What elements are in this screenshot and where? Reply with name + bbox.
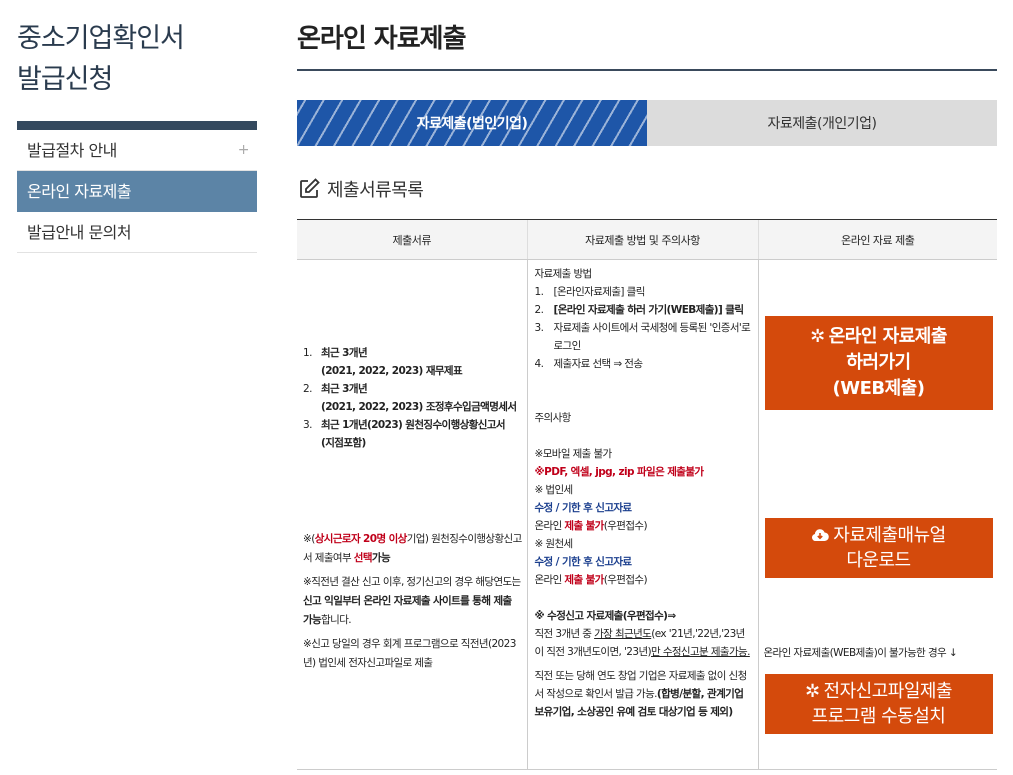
sidebar-item-label: 발급절차 안내 [27, 141, 117, 160]
online-cell: ✲ 온라인 자료제출 하러가기 (WEB제출) 자료제출매뉴얼 다운로드 온라인 … [757, 259, 997, 770]
table-row: 1. 최근 3개년 (2021, 2022, 2023) 재무제표 2. 최근 3… [297, 259, 997, 770]
table-header-online: 온라인 자료 제출 [757, 219, 997, 260]
revised-heading: ※ 수정신고 자료제출(우편접수)⇒ [534, 610, 677, 622]
sidebar-title-line1: 중소기업확인서 [17, 23, 185, 54]
sidebar-item-label: 온라인 자료제출 [27, 182, 132, 201]
table-header-method: 자료제출 방법 및 주의사항 [526, 219, 758, 260]
revised-paragraph: 직전 3개년 중 가장 최근년도(ex '21년,'22년,'23년이 직전 3… [534, 628, 751, 658]
web-submit-button[interactable]: ✲ 온라인 자료제출 하러가기 (WEB제출) [764, 316, 993, 410]
docs-list: 1. 최근 3개년 (2021, 2022, 2023) 재무제표 2. 최근 3… [303, 344, 523, 452]
list-item: 2. 최근 3개년 (2021, 2022, 2023) 조정후수입금액명세서 [303, 383, 517, 413]
table-header-docs: 제출서류 [297, 219, 527, 260]
sidebar-item-online-submit[interactable]: 온라인 자료제출 [17, 171, 257, 212]
tab-individual[interactable]: 자료제출(개인기업) [647, 100, 997, 146]
docs-cell: 1. 최근 3개년 (2021, 2022, 2023) 재무제표 2. 최근 3… [297, 259, 527, 770]
note-item: ※(상시근로자 20명 이상기업) 원천징수이행상황신고서 제출여부 선택가능 [303, 533, 522, 564]
list-item: 1. 최근 3개년 (2021, 2022, 2023) 재무제표 [303, 347, 463, 377]
program-install-button[interactable]: ✲ 전자신고파일제출 프로그램 수동설치 [764, 674, 993, 734]
caution-corp-revised: 수정 / 기한 후 신고자료 [534, 502, 633, 514]
list-item: 3. 자료제출 사이트에서 국세청에 등록된 '인증서'로 로그인 [534, 322, 751, 352]
web-unavailable-note: 온라인 자료제출(WEB제출)이 불가능한 경우 ↓ [763, 647, 958, 659]
sidebar-divider [17, 121, 257, 130]
main-content: 온라인 자료제출 자료제출(법인기업) 자료제출(개인기업) 제출서류목록 제출… [297, 0, 997, 770]
note-item: ※직전년 결산 신고 이후, 정기신고의 경우 해당연도는 신고 익일부터 온라… [303, 576, 521, 626]
method-cell: 자료제출 방법 1. [온라인자료제출] 클릭 2. [온라인 자료제출 하러 가기… [526, 259, 758, 770]
section-title: 제출서류목록 [327, 180, 424, 201]
sidebar-item-contact[interactable]: 발급안내 문의처 [17, 212, 257, 253]
cloud-download-icon [811, 523, 830, 548]
caution-withhold-revised: 수정 / 기한 후 신고자료 [534, 556, 633, 568]
sidebar: 중소기업확인서 발급신청 발급절차 안내 + 온라인 자료제출 발급안내 문의처 [17, 18, 257, 253]
tab-corporate[interactable]: 자료제출(법인기업) [297, 100, 647, 146]
method-steps: 1. [온라인자료제출] 클릭 2. [온라인 자료제출 하러 가기(WEB제출)]… [535, 283, 752, 373]
list-item: 2. [온라인 자료제출 하러 가기(WEB제출)] 클릭 [534, 304, 744, 316]
document-table: 제출서류 자료제출 방법 및 주의사항 온라인 자료 제출 1. 최근 3개년(… [297, 219, 997, 770]
section-heading: 제출서류목록 [297, 174, 997, 204]
page-title: 온라인 자료제출 [297, 0, 997, 71]
list-item: 1. [온라인자료제출] 클릭 [534, 286, 646, 298]
tab-bar: 자료제출(법인기업) 자료제출(개인기업) [297, 100, 997, 146]
sidebar-menu: 발급절차 안내 + 온라인 자료제출 발급안내 문의처 [17, 130, 257, 253]
edit-icon [300, 178, 320, 198]
caution-mobile: ※모바일 제출 불가 [534, 448, 613, 460]
startup-paragraph: 직전 또는 당해 연도 창업 기업은 자료제출 없이 신청서 작성으로 확인서 … [534, 670, 748, 718]
gear-icon: ✲ [810, 326, 825, 347]
sidebar-title-line2: 발급신청 [17, 64, 113, 95]
method-heading: 자료제출 방법 [534, 268, 593, 280]
sidebar-title: 중소기업확인서 발급신청 [17, 18, 257, 100]
sidebar-item-procedure[interactable]: 발급절차 안내 + [17, 130, 257, 171]
docs-notes: ※(상시근로자 20명 이상기업) 원천징수이행상황신고서 제출여부 선택가능 … [303, 530, 523, 673]
table-header-row: 제출서류 자료제출 방법 및 주의사항 온라인 자료 제출 [297, 219, 997, 260]
plus-icon: + [237, 142, 250, 158]
caution-formats: ※PDF, 엑셀, jpg, zip 파일은 제출불가 [534, 466, 705, 478]
list-item: 3. 최근 1개년(2023) 원천징수이행상황신고서 (지점포함) [303, 419, 506, 449]
caution-corp-tax: ※ 법인세 [534, 484, 574, 496]
manual-download-button[interactable]: 자료제출매뉴얼 다운로드 [764, 518, 993, 578]
sidebar-item-label: 발급안내 문의처 [27, 223, 132, 242]
caution-heading: 주의사항 [534, 412, 572, 424]
note-item: ※신고 당일의 경우 회계 프로그램으로 직전년(2023년) 법인세 전자신고… [303, 638, 516, 669]
caution-withhold: ※ 원천세 [534, 538, 574, 550]
gear-icon: ✲ [804, 681, 820, 702]
caution-withhold-online: 온라인 제출 불가(우편접수) [534, 574, 648, 586]
list-item: 4. 제출자료 선택 ⇒ 전송 [534, 358, 643, 370]
caution-corp-online: 온라인 제출 불가(우편접수) [534, 520, 648, 532]
